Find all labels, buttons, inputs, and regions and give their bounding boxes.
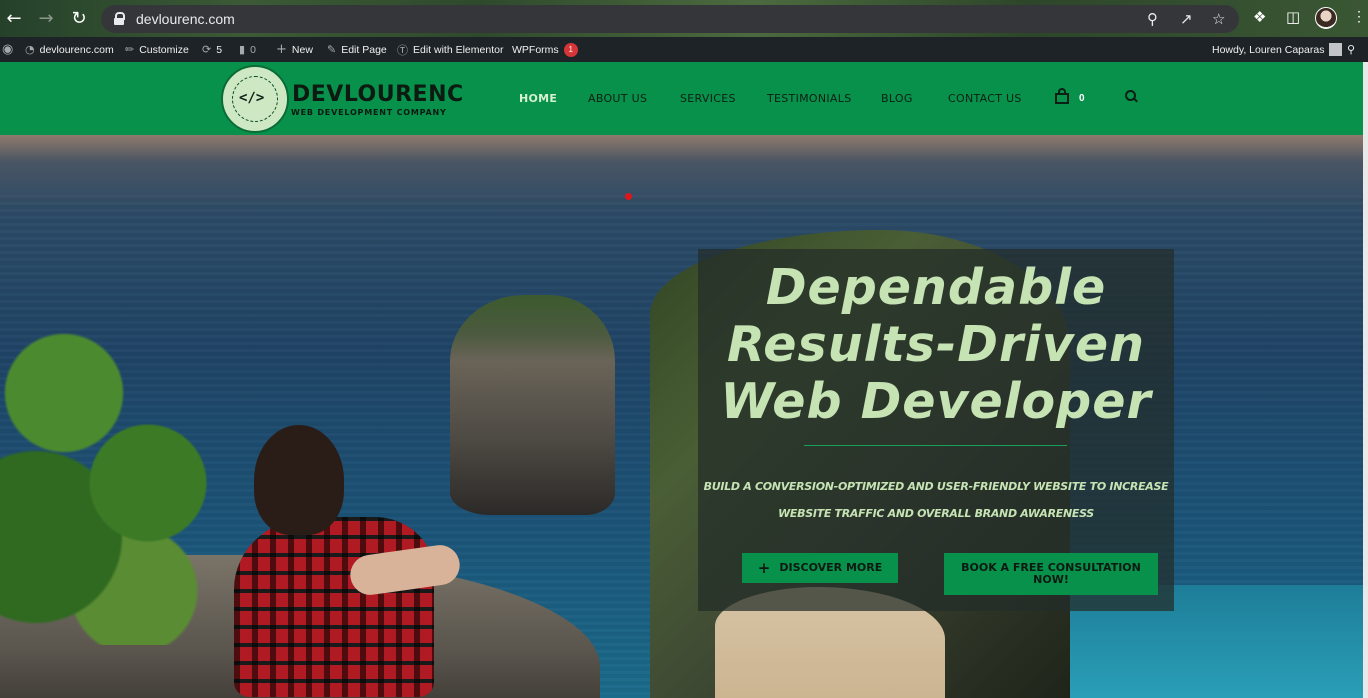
adminbar-comments[interactable]: ▮ 0 <box>239 37 256 62</box>
adminbar-new[interactable]: + New <box>276 37 313 62</box>
adminbar-customize[interactable]: ✏ Customize <box>125 37 189 62</box>
brush-icon: ✏ <box>125 43 135 56</box>
elementor-icon: Ⓣ <box>397 43 408 57</box>
search-icon[interactable] <box>1125 90 1137 102</box>
plus-icon: + <box>276 42 287 57</box>
wordpress-logo-icon[interactable]: ◉ <box>2 37 13 62</box>
adminbar-site[interactable]: ◔ devlourenc.com <box>25 37 114 62</box>
menu-icon[interactable]: ⋮ <box>1352 8 1366 25</box>
lock-icon[interactable] <box>114 12 125 25</box>
updates-icon: ⟳ <box>202 43 212 56</box>
adminbar-edit-page[interactable]: ✎ Edit Page <box>327 37 387 62</box>
url-text[interactable]: devlourenc.com <box>136 11 235 27</box>
logo-tagline: WEB DEVELOPMENT COMPANY <box>291 108 447 117</box>
forward-icon[interactable]: → <box>33 5 59 31</box>
cursor-dot <box>625 193 632 200</box>
zoom-icon[interactable]: ⚲ <box>1147 10 1158 28</box>
hero-divider <box>804 445 1067 446</box>
hero-person <box>230 425 470 698</box>
cart-icon[interactable] <box>1054 88 1071 105</box>
address-bar[interactable]: devlourenc.com ⚲ ↗ ☆ <box>101 5 1239 33</box>
discover-more-button[interactable]: + DISCOVER MORE <box>742 553 898 583</box>
site-header: <∕> DEVLOURENC WEB DEVELOPMENT COMPANY H… <box>0 62 1363 135</box>
nav-about-us[interactable]: ABOUT US <box>588 92 647 105</box>
nav-testimonials[interactable]: TESTIMONIALS <box>767 92 851 105</box>
reload-icon[interactable]: ↻ <box>66 5 92 31</box>
hero-title-line: Results-Driven <box>727 316 1145 373</box>
hero-section: Dependable Results-Driven Web Developer … <box>0 135 1363 698</box>
logo-badge[interactable]: <∕> <box>221 65 289 133</box>
sidepanel-icon[interactable]: ◫ <box>1286 8 1300 26</box>
nav-services[interactable]: SERVICES <box>680 92 736 105</box>
wp-admin-bar: ◉ ◔ devlourenc.com ✏ Customize ⟳ 5 ▮ 0 +… <box>0 37 1368 62</box>
hero-overlay-box: Dependable Results-Driven Web Developer … <box>698 249 1174 611</box>
notification-badge: 1 <box>563 42 578 57</box>
nav-contact-us[interactable]: CONTACT US <box>948 92 1022 105</box>
nav-blog[interactable]: BLOG <box>881 92 913 105</box>
hero-foliage <box>0 285 260 645</box>
book-consultation-button[interactable]: BOOK A FREE CONSULTATION NOW! <box>944 553 1158 595</box>
adminbar-edit-elementor[interactable]: Ⓣ Edit with Elementor <box>397 37 503 62</box>
adminbar-updates[interactable]: ⟳ 5 <box>202 37 222 62</box>
pencil-icon: ✎ <box>327 43 337 56</box>
logo-mark: <∕> <box>239 90 265 106</box>
hero-subtitle-line: WEBSITE TRAFFIC AND OVERALL BRAND AWAREN… <box>778 507 1094 520</box>
scrollbar[interactable] <box>1363 62 1368 698</box>
hero-subtitle: BUILD A CONVERSION-OPTIMIZED AND USER-FR… <box>698 473 1174 527</box>
hero-title-line: Web Developer <box>720 373 1152 430</box>
hero-title: Dependable Results-Driven Web Developer <box>698 259 1174 430</box>
back-icon[interactable]: ← <box>1 5 27 31</box>
nav-home[interactable]: HOME <box>519 92 557 105</box>
adminbar-account[interactable]: Howdy, Louren Caparas <box>1212 37 1343 62</box>
bookmark-star-icon[interactable]: ☆ <box>1212 10 1225 28</box>
dashboard-icon: ◔ <box>25 43 35 56</box>
extensions-icon[interactable]: ❖ <box>1253 8 1266 26</box>
user-avatar <box>1329 43 1343 56</box>
share-icon[interactable]: ↗ <box>1180 10 1193 28</box>
logo-name[interactable]: DEVLOURENC <box>292 82 464 107</box>
adminbar-search-icon[interactable]: ⚲ <box>1347 37 1355 62</box>
hero-title-line: Dependable <box>765 259 1107 316</box>
hero-subtitle-line: BUILD A CONVERSION-OPTIMIZED AND USER-FR… <box>703 480 1169 493</box>
cart-count: 0 <box>1079 93 1085 104</box>
adminbar-wpforms[interactable]: WPForms 1 <box>512 37 578 62</box>
profile-avatar[interactable] <box>1315 7 1337 29</box>
hero-sea-rock <box>450 295 615 515</box>
plus-icon: + <box>757 559 771 577</box>
comment-icon: ▮ <box>239 43 246 56</box>
browser-toolbar: ← → ↻ devlourenc.com ⚲ ↗ ☆ ❖ ◫ ⋮ <box>0 0 1368 37</box>
hero-sky <box>0 135 1363 163</box>
